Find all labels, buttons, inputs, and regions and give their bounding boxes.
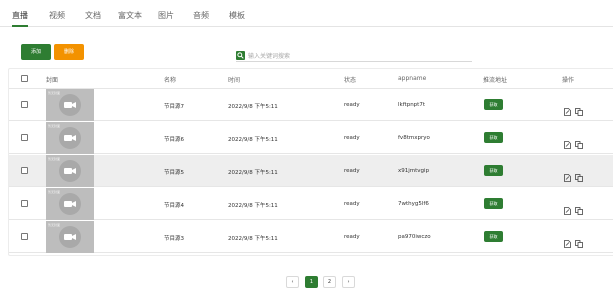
- column-header-push-url: 推流地址: [483, 77, 508, 84]
- row-status: ready: [344, 234, 360, 240]
- cover-placeholder-label: 暂无封面: [48, 190, 61, 194]
- tab-live[interactable]: 直播: [12, 11, 28, 27]
- search-icon[interactable]: [236, 51, 245, 60]
- table-row: 暂无封面 节目源6 2022/9/8 下午5:11 ready fv8tmxpr…: [9, 122, 613, 154]
- edit-icon[interactable]: [564, 200, 571, 215]
- row-checkbox[interactable]: [21, 134, 28, 141]
- row-time: 2022/9/8 下午5:11: [228, 104, 278, 110]
- row-appname: pa970iwczo: [398, 234, 431, 240]
- video-camera-icon: [59, 127, 81, 149]
- edit-icon[interactable]: [564, 167, 571, 182]
- cover-placeholder-label: 暂无封面: [48, 124, 61, 128]
- pagination-prev-button[interactable]: ‹: [286, 276, 299, 288]
- get-push-url-button[interactable]: 获取: [484, 132, 503, 143]
- column-header-time: 时间: [228, 77, 241, 84]
- row-name: 节目源4: [164, 203, 184, 209]
- cover-thumbnail: 暂无封面: [46, 89, 94, 121]
- search-box: [236, 51, 472, 62]
- get-push-url-button[interactable]: 获取: [484, 99, 503, 110]
- table-row: 暂无封面 节目源3 2022/9/8 下午5:11 ready pa970iwc…: [9, 221, 613, 253]
- copy-icon[interactable]: [575, 101, 583, 116]
- video-camera-icon: [59, 94, 81, 116]
- cover-placeholder-label: 暂无封面: [48, 91, 61, 95]
- row-checkbox[interactable]: [21, 233, 28, 240]
- column-header-name: 名称: [164, 77, 177, 84]
- select-all-checkbox[interactable]: [21, 75, 28, 82]
- row-time: 2022/9/8 下午5:11: [228, 137, 278, 143]
- row-status: ready: [344, 135, 360, 141]
- row-status: ready: [344, 168, 360, 174]
- row-time: 2022/9/8 下午5:11: [228, 203, 278, 209]
- tab-richtext[interactable]: 富文本: [118, 11, 142, 27]
- row-appname: 7wthyg5lf6: [398, 201, 429, 207]
- table-row: 暂无封面 节目源4 2022/9/8 下午5:11 ready 7wthyg5l…: [9, 188, 613, 220]
- edit-icon[interactable]: [564, 134, 571, 149]
- video-camera-icon: [59, 193, 81, 215]
- tab-document[interactable]: 文档: [85, 11, 101, 27]
- column-header-actions: 操作: [562, 77, 575, 84]
- get-push-url-button[interactable]: 获取: [484, 231, 503, 242]
- row-checkbox[interactable]: [21, 200, 28, 207]
- row-appname: lkftpnpt7t: [398, 102, 425, 108]
- cover-placeholder-label: 暂无封面: [48, 223, 61, 227]
- table-header: 封面 名称 时间 状态 appname 推流地址 操作: [9, 69, 613, 89]
- cover-thumbnail: 暂无封面: [46, 188, 94, 220]
- get-push-url-button[interactable]: 获取: [484, 198, 503, 209]
- table-row: 暂无封面 节目源5 2022/9/8 下午5:11 ready x91jmtvg…: [9, 155, 613, 187]
- row-name: 节目源7: [164, 104, 184, 110]
- copy-icon[interactable]: [575, 167, 583, 182]
- video-camera-icon: [59, 160, 81, 182]
- content-table: 封面 名称 时间 状态 appname 推流地址 操作 暂无封面 节目源7 20…: [8, 68, 613, 256]
- pagination-next-button[interactable]: ›: [342, 276, 355, 288]
- edit-icon[interactable]: [564, 233, 571, 248]
- tab-audio[interactable]: 音频: [193, 11, 209, 27]
- row-name: 节目源5: [164, 170, 184, 176]
- delete-button[interactable]: 删除: [54, 44, 84, 60]
- video-camera-icon: [59, 226, 81, 248]
- tab-image[interactable]: 图片: [158, 11, 174, 27]
- cover-thumbnail: 暂无封面: [46, 221, 94, 253]
- copy-icon[interactable]: [575, 200, 583, 215]
- copy-icon[interactable]: [575, 134, 583, 149]
- row-time: 2022/9/8 下午5:11: [228, 236, 278, 242]
- search-input[interactable]: [248, 51, 468, 61]
- row-name: 节目源3: [164, 236, 184, 242]
- column-header-status: 状态: [344, 77, 357, 84]
- row-appname: fv8tmxpryo: [398, 135, 430, 141]
- cover-thumbnail: 暂无封面: [46, 122, 94, 154]
- pagination-page-2[interactable]: 2: [323, 276, 336, 288]
- row-name: 节目源6: [164, 137, 184, 143]
- tab-bar: 直播 视频 文档 富文本 图片 音频 模板: [0, 0, 613, 27]
- cover-thumbnail: 暂无封面: [46, 155, 94, 187]
- column-header-appname: appname: [398, 75, 427, 82]
- row-status: ready: [344, 201, 360, 207]
- cover-placeholder-label: 暂无封面: [48, 157, 61, 161]
- column-header-cover: 封面: [46, 77, 59, 84]
- add-button[interactable]: 添加: [21, 44, 51, 60]
- row-checkbox[interactable]: [21, 101, 28, 108]
- copy-icon[interactable]: [575, 233, 583, 248]
- row-checkbox[interactable]: [21, 167, 28, 174]
- row-status: ready: [344, 102, 360, 108]
- row-time: 2022/9/8 下午5:11: [228, 170, 278, 176]
- tab-video[interactable]: 视频: [49, 11, 65, 27]
- pagination-page-1[interactable]: 1: [305, 276, 318, 288]
- tab-template[interactable]: 模板: [229, 11, 245, 27]
- edit-icon[interactable]: [564, 101, 571, 116]
- get-push-url-button[interactable]: 获取: [484, 165, 503, 176]
- row-appname: x91jmtvgip: [398, 168, 430, 174]
- table-row: 暂无封面 节目源7 2022/9/8 下午5:11 ready lkftpnpt…: [9, 89, 613, 121]
